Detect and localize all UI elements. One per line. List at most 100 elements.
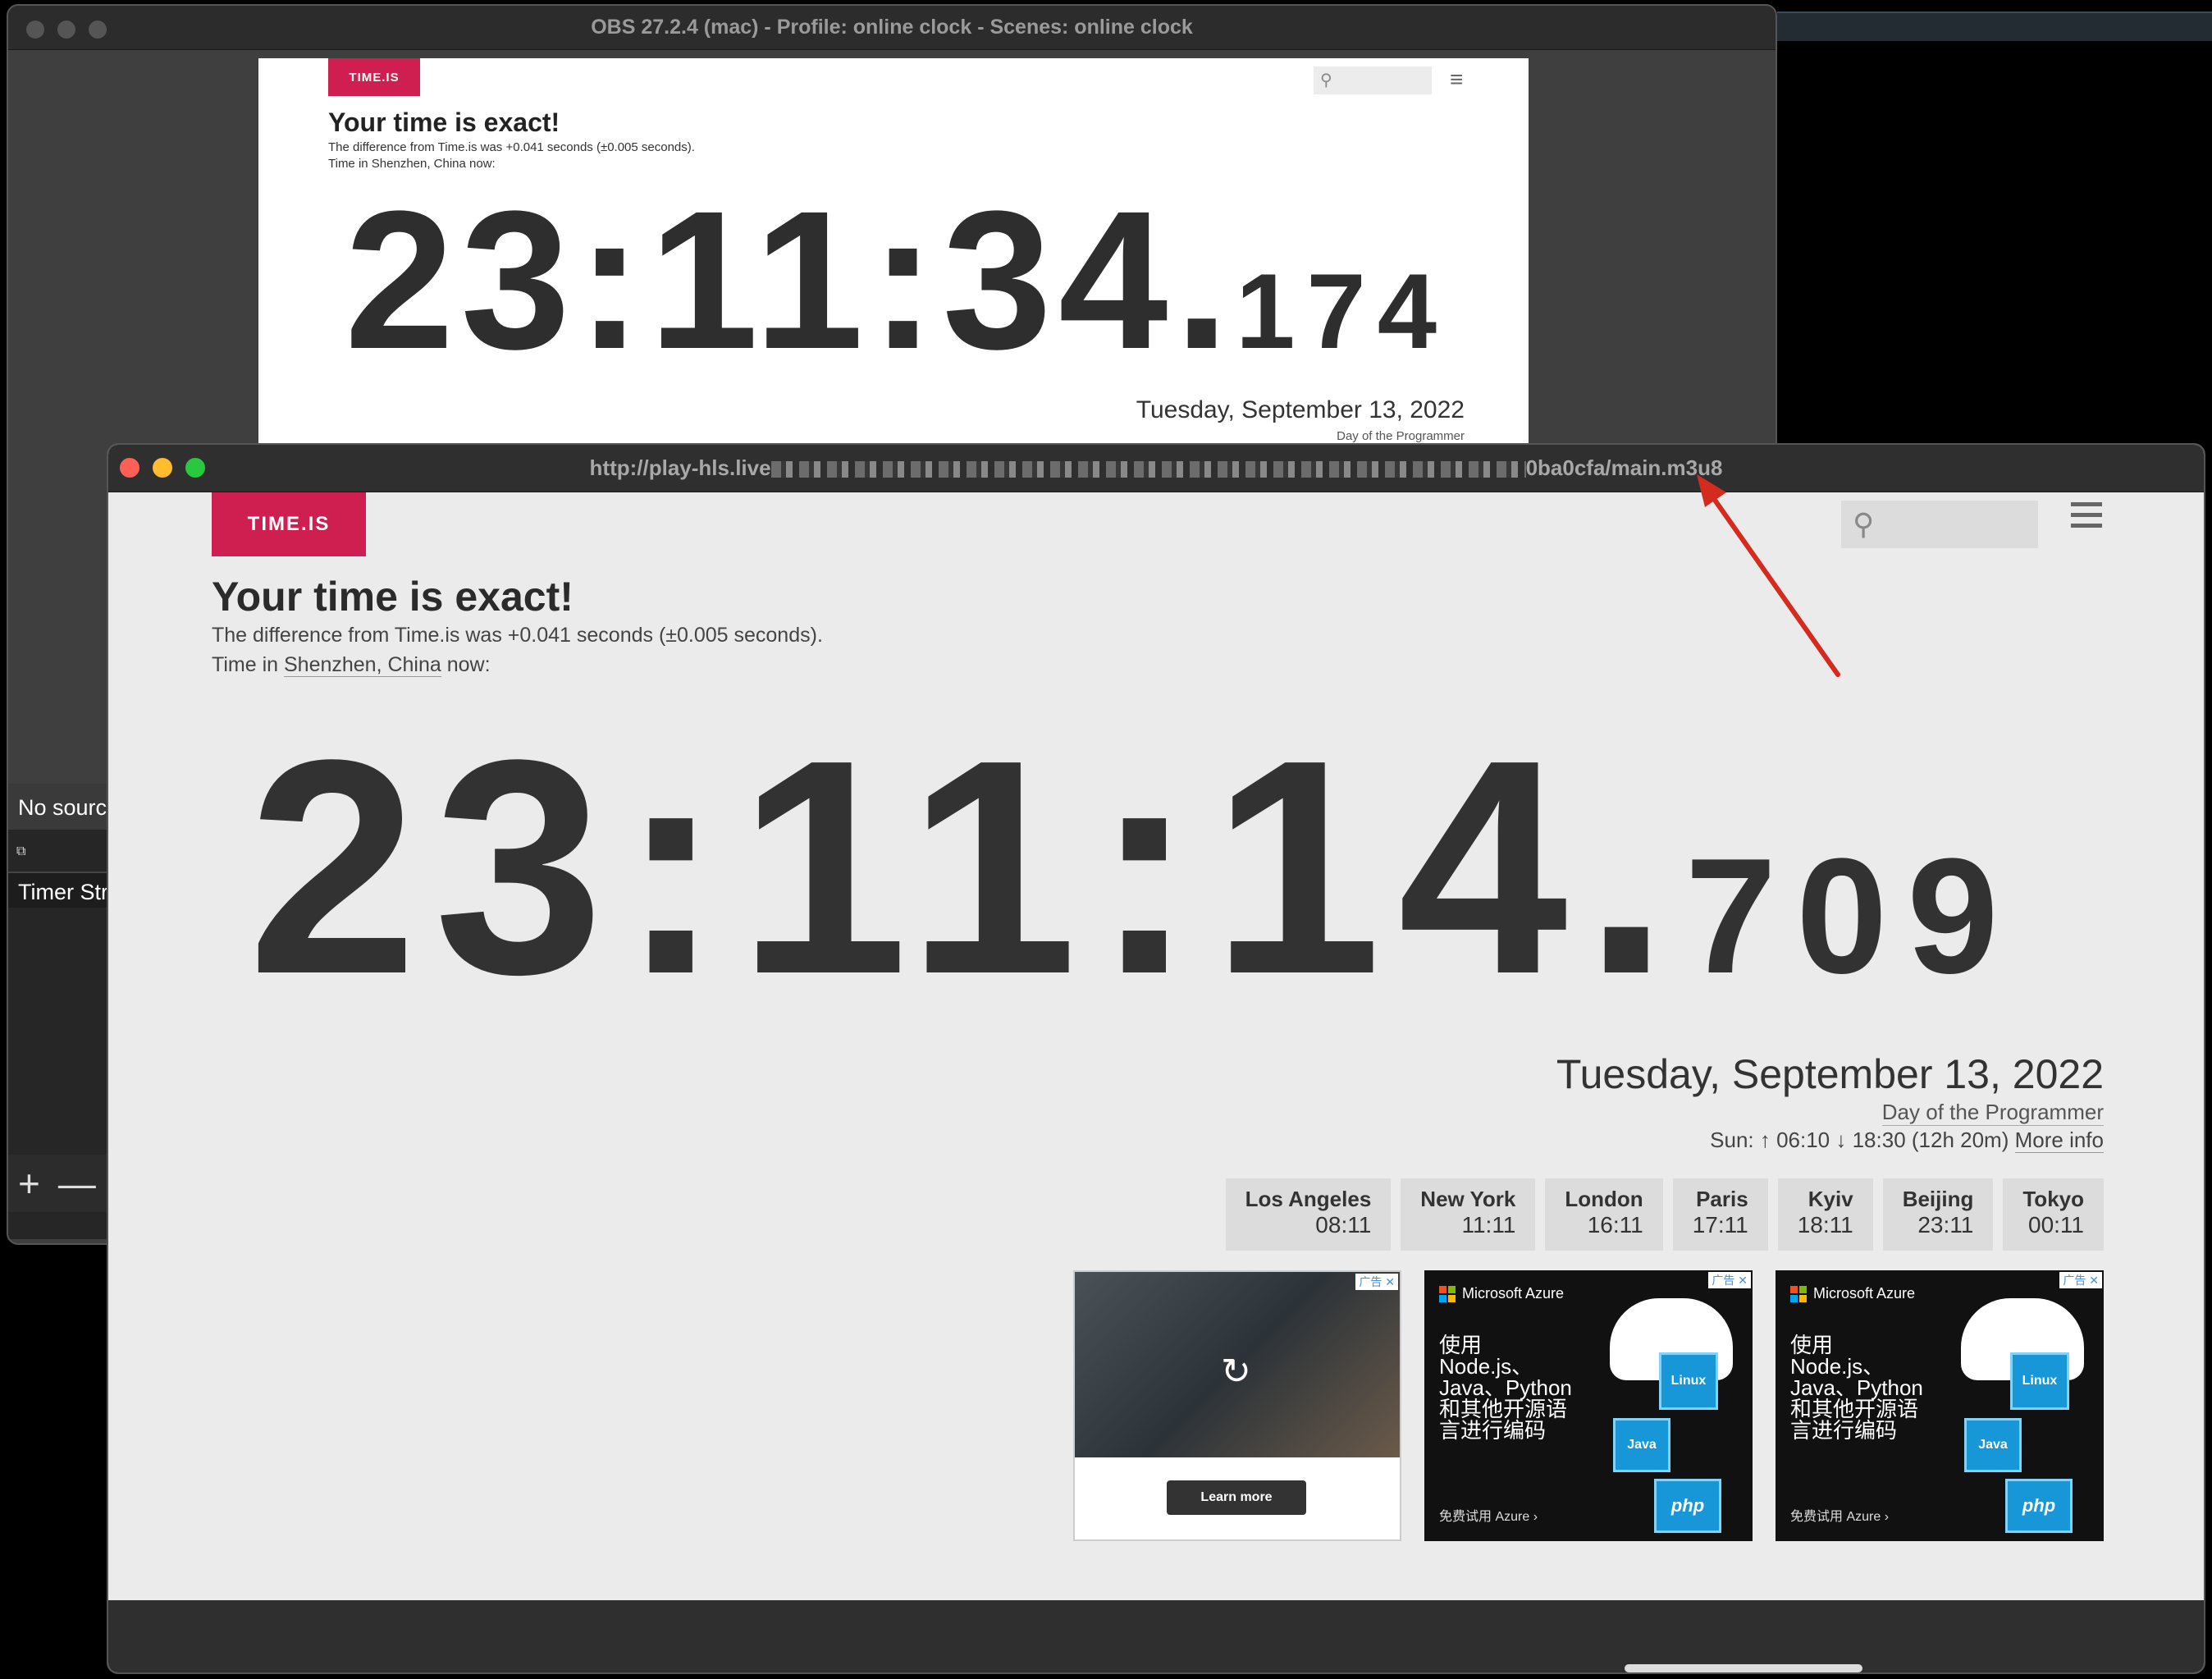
progress-indicator[interactable] [1625,1664,1862,1672]
learn-more-button[interactable]: Learn more [1167,1480,1306,1515]
linux-tile: Linux [2010,1352,2069,1410]
day-name-link[interactable]: Day of the Programmer [1881,1100,2104,1126]
player-window: http://play-hls.live 0ba0cfa/main.m3u8 TI… [107,443,2205,1674]
main-clock: 23:11:14.709 [248,714,2018,1019]
player-close-button[interactable] [120,458,139,478]
azure-ad[interactable]: 广告 ✕ Microsoft Azure 使用 Node.js、Java、Pyt… [1776,1270,2104,1541]
city-clock[interactable]: Kyiv 18:11 [1777,1178,1873,1251]
php-tile: php [2005,1479,2073,1533]
date-text: Tuesday, September 13, 2022 [1556,1051,2104,1097]
city-name: Paris [1696,1187,1748,1211]
more-info-link[interactable]: More info [2014,1128,2104,1153]
city-clock[interactable]: Los Angeles 08:11 [1225,1178,1392,1251]
difference-text: The difference from Time.is was +0.041 s… [212,624,823,647]
player-zoom-button[interactable] [185,458,205,478]
city-time: 17:11 [1692,1212,1748,1238]
preview-clock-main: 23:11:34. [345,170,1236,390]
city-name: Kyiv [1808,1187,1853,1211]
video-ad[interactable]: ↻ 广告 ✕ Learn more [1073,1270,1401,1541]
background-window-strip [1777,11,2212,41]
city-time: 00:11 [2028,1212,2084,1238]
player-window-controls [120,458,205,478]
place-prefix: Time in [212,653,284,676]
azure-brand: Microsoft Azure [1439,1285,1564,1302]
obs-source-toolbar: + — [8,1155,111,1212]
search-icon: ⚲ [1320,71,1332,89]
obs-zoom-button[interactable] [89,21,107,39]
city-time: 16:11 [1587,1212,1643,1238]
city-name: Los Angeles [1245,1187,1372,1211]
player-controls-bar[interactable] [108,1600,2204,1672]
preview-logo: TIME.IS [328,58,420,96]
obs-window-controls [26,21,107,39]
hamburger-menu-icon[interactable] [2071,502,2102,534]
azure-brand-label: Microsoft Azure [1462,1285,1565,1302]
ad-close-button[interactable]: 广告 ✕ [1708,1272,1751,1288]
search-input[interactable]: ⚲ [1841,501,2038,548]
azure-brand: Microsoft Azure [1790,1285,1915,1302]
search-icon: ⚲ [1853,507,1875,541]
ad-close-button[interactable]: 广告 ✕ [2059,1272,2102,1288]
php-tile: php [1654,1479,1721,1533]
video-ad-frame: ↻ [1075,1272,1400,1457]
azure-cta-link[interactable]: 免费试用 Azure › [1439,1505,1538,1525]
sun-times: Sun: ↑ 06:10 ↓ 18:30 (12h 20m) [1710,1128,2009,1152]
azure-ad-text: 使用 Node.js、Java、Python 和其他开源语言进行编码 [1790,1333,1923,1443]
city-clock[interactable]: London 16:11 [1545,1178,1663,1251]
obs-close-button[interactable] [26,21,44,39]
source-list-item[interactable]: Timer Str [8,872,111,908]
city-name: Beijing [1902,1187,1974,1211]
player-video-area[interactable]: TIME.IS ⚲ Your time is exact! The differ… [108,492,2204,1600]
city-clock[interactable]: Paris 17:11 [1672,1178,1768,1251]
add-source-button[interactable]: + [18,1161,40,1205]
obs-titlebar: OBS 27.2.4 (mac) - Profile: online clock… [8,6,1776,50]
ad-row: ↻ 广告 ✕ Learn more 广告 ✕ Microsoft Azure 使… [1073,1270,2104,1541]
preview-clock-ms: 174 [1236,251,1449,371]
azure-cta-link[interactable]: 免费试用 Azure › [1790,1505,1889,1525]
clock-ms: 709 [1684,825,2018,1008]
dock-float-icon[interactable]: ⧉ [16,844,33,859]
player-titlebar: http://play-hls.live 0ba0cfa/main.m3u8 [108,445,2204,492]
azure-brand-label: Microsoft Azure [1813,1285,1916,1302]
microsoft-logo-icon [1790,1285,1807,1302]
microsoft-logo-icon [1439,1285,1456,1302]
url-start: http://play-hls.live [589,455,771,480]
place-city-link[interactable]: Shenzhen, China [283,653,441,677]
replay-icon[interactable]: ↻ [1221,1351,1251,1393]
preview-difference-text: The difference from Time.is was +0.041 s… [328,140,695,154]
remove-source-button[interactable]: — [58,1161,96,1205]
place-suffix: now: [441,653,491,676]
city-clock[interactable]: Beijing 23:11 [1882,1178,1994,1251]
azure-ad[interactable]: 广告 ✕ Microsoft Azure 使用 Node.js、Java、Pyt… [1424,1270,1753,1541]
preview-place-text: Time in Shenzhen, China now: [328,157,496,171]
url-redacted [770,461,1526,478]
place-text: Time in Shenzhen, China now: [212,653,491,677]
hamburger-menu-icon: ≡ [1450,66,1464,92]
obs-minimize-button[interactable] [57,21,75,39]
city-time: 18:11 [1797,1212,1853,1238]
city-name: Tokyo [2022,1187,2084,1211]
annotation-arrow-icon [1697,474,1840,677]
city-time: 23:11 [1917,1212,1974,1238]
java-tile: Java [1964,1418,2022,1472]
obs-preview[interactable]: TIME.IS ⚲ ≡ Your time is exact! The diff… [258,58,1529,452]
obs-title: OBS 27.2.4 (mac) - Profile: online clock… [591,16,1193,39]
city-time: 11:11 [1461,1212,1516,1238]
azure-ad-text: 使用 Node.js、Java、Python 和其他开源语言进行编码 [1439,1333,1572,1443]
timeis-logo[interactable]: TIME.IS [212,492,366,556]
ad-close-button[interactable]: 广告 ✕ [1355,1274,1398,1290]
preview-search-box: ⚲ [1314,66,1432,94]
city-time: 08:11 [1315,1212,1372,1238]
preview-day-name: Day of the Programmer [1337,429,1465,443]
page-heading: Your time is exact! [212,574,574,620]
preview-clock: 23:11:34.174 [345,181,1448,378]
player-minimize-button[interactable] [153,458,172,478]
city-name: New York [1420,1187,1516,1211]
city-name: London [1565,1187,1643,1211]
no-source-label: No source [8,784,111,830]
city-clock[interactable]: New York 11:11 [1401,1178,1536,1251]
preview-heading: Your time is exact! [328,108,560,137]
clock-main: 23:11:14. [248,696,1685,1037]
city-clock[interactable]: Tokyo 00:11 [2003,1178,2104,1251]
sun-info: Sun: ↑ 06:10 ↓ 18:30 (12h 20m) More info [1710,1128,2104,1153]
